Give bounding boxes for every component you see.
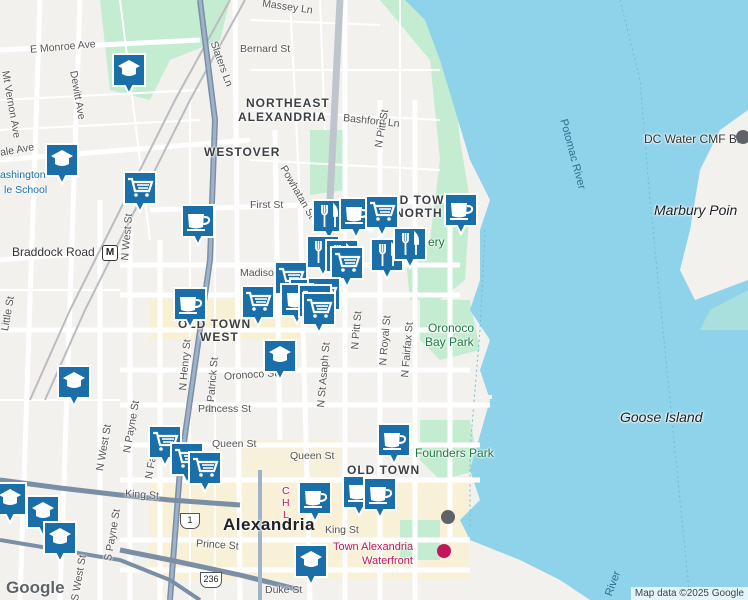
neighborhood-label-old-town-west-2: WEST: [200, 330, 239, 344]
cafe-marker[interactable]: [180, 203, 216, 247]
neighborhood-label-westover: WESTOVER: [204, 145, 281, 159]
cart-icon: [123, 171, 157, 214]
school-icon: [294, 544, 328, 587]
station-label-braddock-road: Braddock Road: [12, 245, 95, 259]
church-label-3: L: [283, 509, 289, 521]
school-icon: [112, 53, 146, 96]
school-marker[interactable]: [56, 364, 92, 408]
school-icon: [57, 365, 91, 408]
park-label-cemetery: ery: [428, 235, 445, 249]
google-logo: Google: [6, 578, 65, 597]
cafe-marker[interactable]: [362, 476, 398, 520]
cart-icon: [241, 285, 275, 328]
coffee-cup-icon: [377, 423, 411, 466]
park-label-oronoco-bay: Oronoco: [428, 321, 475, 335]
poi-pin-icon[interactable]: [441, 510, 455, 524]
street-label-bernard: Bernard St: [240, 43, 291, 55]
school-label-washington-2: le School: [4, 184, 48, 196]
school-icon: [0, 482, 27, 525]
metro-station-icon[interactable]: M: [102, 245, 118, 261]
street-label-queen-east: Queen St: [290, 450, 335, 462]
cart-icon: [188, 451, 222, 494]
building-icon[interactable]: [736, 130, 748, 144]
school-marker[interactable]: [111, 52, 147, 96]
fork-knife-icon: [393, 227, 427, 270]
route-236-shield: 236: [200, 572, 222, 588]
school-marker[interactable]: [262, 338, 298, 382]
school-icon: [45, 143, 79, 186]
coffee-cup-icon: [181, 204, 215, 247]
restaurant-marker[interactable]: [392, 226, 428, 270]
park-label-founders: Founders Park: [415, 446, 494, 460]
school-icon: [43, 521, 77, 564]
grocery-marker[interactable]: [301, 291, 337, 335]
street-label-queen-west: Queen St: [212, 438, 257, 450]
cafe-marker[interactable]: [376, 422, 412, 466]
street-label-prince: Prince St: [195, 537, 239, 553]
street-label-king-west: King St: [124, 487, 160, 503]
school-icon: [263, 339, 297, 382]
cafe-marker[interactable]: [443, 192, 479, 236]
school-marker[interactable]: [44, 142, 80, 186]
poi-label-waterfront: Town Alexandria: [333, 541, 414, 553]
school-marker[interactable]: [0, 481, 28, 525]
coffee-cup-icon: [444, 193, 478, 236]
cafe-marker[interactable]: [172, 286, 208, 330]
coffee-cup-icon: [363, 477, 397, 520]
place-label-marbury-point: Marbury Poin: [654, 202, 738, 218]
grocery-marker[interactable]: [240, 284, 276, 328]
place-label-goose-island: Goose Island: [620, 409, 703, 425]
cafe-marker[interactable]: [297, 480, 333, 524]
neighborhood-label-old-town-north-2: NORTH: [395, 206, 443, 220]
street-label-king-east: King St: [325, 524, 359, 536]
map-attribution[interactable]: Map data ©2025 Google: [630, 587, 748, 600]
neighborhood-label-alexandria: ALEXANDRIA: [238, 110, 327, 124]
church-label-1: C: [282, 485, 290, 497]
park-label-oronoco-bay-2: Bay Park: [425, 335, 474, 349]
school-marker[interactable]: [42, 520, 78, 564]
poi-label-waterfront-2: Waterfront: [362, 555, 413, 567]
school-label-washington: ashington: [0, 169, 46, 181]
neighborhood-label-northeast: NORTHEAST: [246, 96, 330, 110]
grocery-marker[interactable]: [187, 450, 223, 494]
street-label-princess: Princess St: [198, 403, 252, 415]
map-viewport[interactable]: Massey Ln E Monroe Ave Bernard St Slater…: [0, 0, 748, 600]
poi-label-dc-water: DC Water CMF Bld: [644, 132, 747, 146]
cart-icon: [302, 292, 336, 335]
street-label-first: First St: [250, 199, 284, 211]
coffee-cup-icon: [298, 481, 332, 524]
school-marker[interactable]: [293, 543, 329, 587]
route-1-shield: 1: [180, 513, 200, 529]
coffee-cup-icon: [173, 287, 207, 330]
grocery-marker[interactable]: [122, 170, 158, 214]
church-label-2: H: [282, 497, 290, 509]
poi-pin-icon[interactable]: [437, 544, 451, 558]
